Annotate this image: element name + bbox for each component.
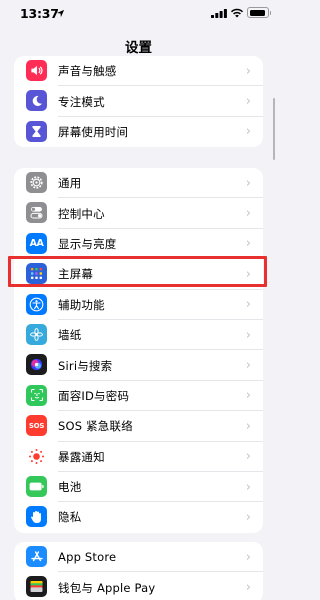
settings-group-3: App Store › 钱包与 Apple Pay ›	[14, 542, 263, 600]
chevron-right-icon: ›	[245, 63, 251, 79]
sidebar-item-label: App Store	[58, 550, 117, 565]
speaker-icon	[26, 60, 47, 81]
chevron-right-icon: ›	[245, 175, 251, 191]
sidebar-item-label: 声音与触感	[58, 64, 117, 79]
chevron-right-icon: ›	[245, 580, 251, 596]
sidebar-item-label: 暴露通知	[58, 449, 105, 464]
sidebar-item-label: 专注模式	[58, 94, 105, 109]
sidebar-item-label: 辅助功能	[58, 297, 105, 312]
siri-icon	[26, 354, 47, 376]
sidebar-item-accessibility[interactable]: 辅助功能 ›	[14, 290, 263, 320]
gear-icon	[26, 172, 47, 193]
chevron-right-icon: ›	[245, 358, 251, 374]
signal-icon	[211, 9, 227, 18]
sidebar-item-focus[interactable]: 专注模式 ›	[14, 86, 263, 117]
sidebar-item-label: 面容ID与密码	[58, 388, 130, 403]
sidebar-item-wallpaper[interactable]: 墙纸 ›	[14, 320, 263, 351]
sidebar-item-label: 主屏幕	[58, 267, 94, 282]
sidebar-item-face-id[interactable]: 面容ID与密码 ›	[14, 381, 263, 412]
scroll-indicator[interactable]	[272, 98, 275, 160]
location-icon	[56, 9, 65, 18]
sidebar-item-sos[interactable]: SOS SOS 紧急联络 ›	[14, 411, 263, 442]
chevron-right-icon: ›	[245, 327, 251, 343]
sidebar-item-privacy[interactable]: 隐私 ›	[14, 502, 263, 532]
flower-icon	[26, 323, 47, 345]
sidebar-item-exposure[interactable]: 暴露通知 ›	[14, 442, 263, 472]
app-grid-icon	[26, 263, 47, 285]
status-time: 13:37	[20, 6, 59, 21]
aa-icon: AA	[26, 232, 47, 254]
sidebar-item-label: 通用	[58, 176, 82, 191]
settings-group-2: 通用 › 控制中心 › AA 显示与亮度 › 主屏幕 › 辅助功能 › 墙纸 ›…	[14, 168, 263, 533]
sidebar-item-label: SOS 紧急联络	[58, 419, 133, 434]
chevron-right-icon: ›	[245, 206, 251, 222]
app-store-icon	[26, 546, 47, 567]
sidebar-item-siri[interactable]: Siri与搜索 ›	[14, 350, 263, 381]
settings-group-1: 声音与触感 › 专注模式 › 屏幕使用时间 ›	[14, 56, 263, 148]
sidebar-item-sound[interactable]: 声音与触感 ›	[14, 56, 263, 87]
sidebar-item-app-store[interactable]: App Store ›	[14, 542, 263, 573]
settings-screen: 13:37 设置 声音与触感 › 专注模式 › 屏幕使用时间 › 通用 › 控制…	[0, 0, 277, 600]
chevron-right-icon: ›	[245, 266, 251, 282]
sidebar-item-label: 墙纸	[58, 328, 82, 343]
chevron-right-icon: ›	[245, 236, 251, 252]
chevron-right-icon: ›	[245, 124, 251, 140]
sidebar-item-label: 隐私	[58, 510, 82, 525]
sidebar-item-screen-time[interactable]: 屏幕使用时间 ›	[14, 117, 263, 147]
sos-icon: SOS	[26, 415, 47, 437]
moon-icon	[26, 90, 47, 112]
sidebar-item-label: 显示与亮度	[58, 236, 117, 251]
hand-icon	[26, 506, 47, 528]
sidebar-item-battery[interactable]: 电池 ›	[14, 472, 263, 503]
sidebar-item-label: Siri与搜索	[58, 358, 113, 373]
status-bar: 13:37	[0, 0, 277, 26]
chevron-right-icon: ›	[245, 549, 251, 565]
wifi-icon	[230, 8, 244, 18]
chevron-right-icon: ›	[245, 388, 251, 404]
chevron-right-icon: ›	[245, 479, 251, 495]
sidebar-item-general[interactable]: 通用 ›	[14, 168, 263, 199]
chevron-right-icon: ›	[245, 418, 251, 434]
accessibility-icon	[26, 293, 47, 315]
chevron-right-icon: ›	[245, 94, 251, 110]
sidebar-item-wallet[interactable]: 钱包与 Apple Pay ›	[14, 572, 263, 600]
battery-status-icon	[247, 7, 271, 18]
sidebar-item-label: 屏幕使用时间	[58, 124, 129, 139]
chevron-right-icon: ›	[245, 297, 251, 313]
battery-icon	[26, 475, 47, 497]
toggles-icon	[26, 202, 47, 224]
exposure-icon	[26, 445, 47, 467]
sidebar-item-label: 钱包与 Apple Pay	[58, 580, 156, 595]
sidebar-item-display[interactable]: AA 显示与亮度 ›	[14, 229, 263, 260]
sidebar-item-label: 控制中心	[58, 206, 105, 221]
hourglass-icon	[26, 120, 47, 142]
sidebar-item-home-screen[interactable]: 主屏幕 ›	[14, 259, 263, 290]
chevron-right-icon: ›	[245, 509, 251, 525]
sidebar-item-control-center[interactable]: 控制中心 ›	[14, 198, 263, 229]
face-id-icon	[26, 384, 47, 406]
page-title: 设置	[125, 40, 152, 56]
sidebar-item-label: 电池	[58, 480, 82, 495]
wallet-icon	[26, 576, 47, 598]
chevron-right-icon: ›	[245, 449, 251, 465]
